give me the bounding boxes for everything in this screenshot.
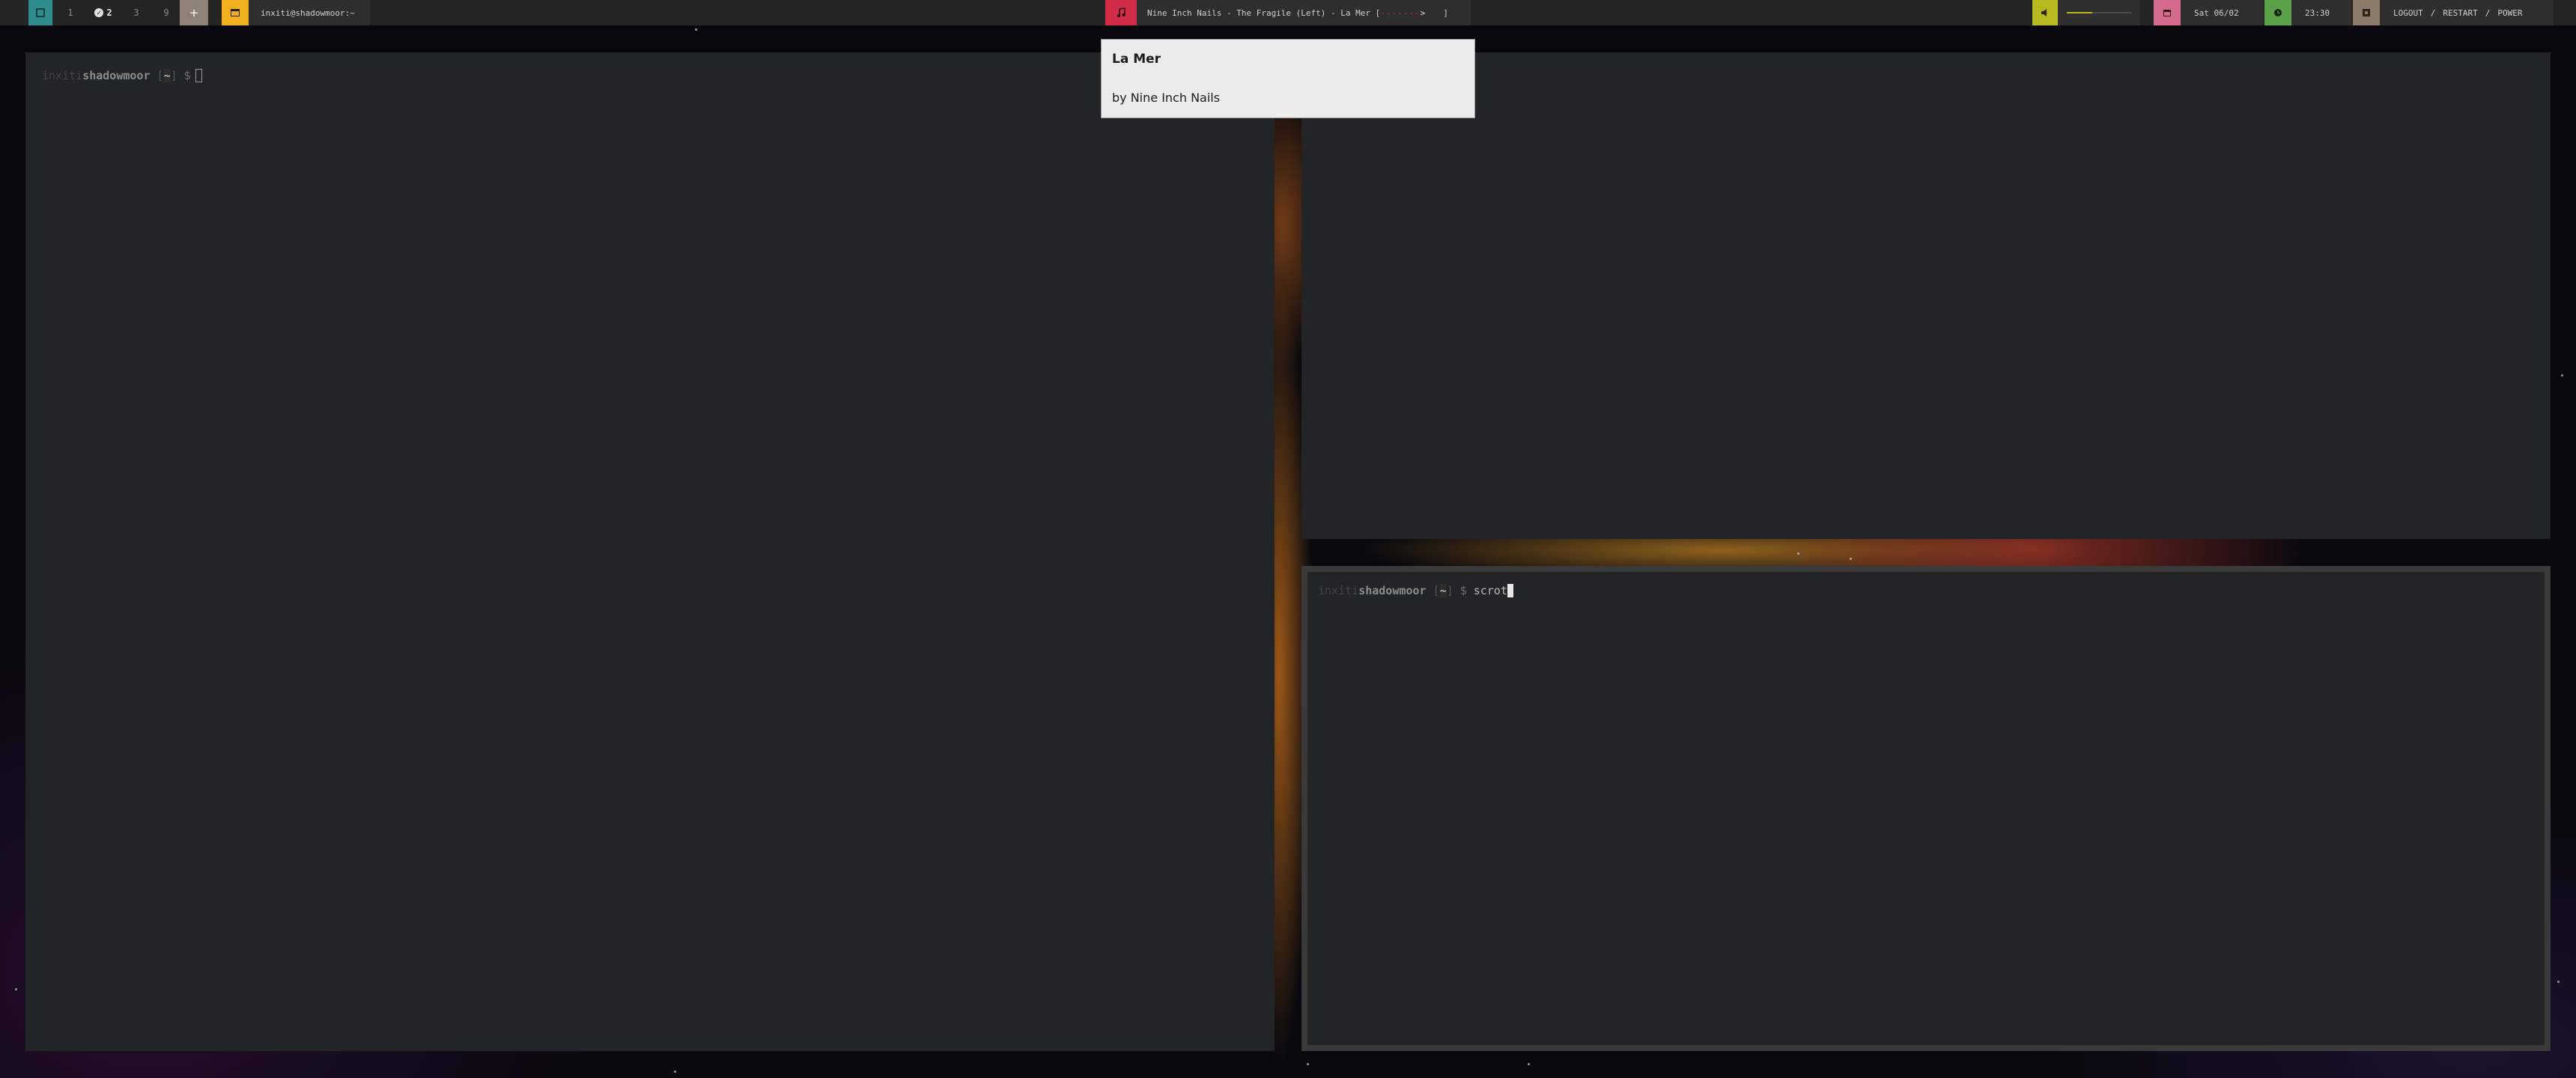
volume-level (2067, 12, 2093, 13)
prompt-dir-close: ] (170, 69, 177, 82)
prompt-host: shadowmoor (82, 69, 151, 82)
speaker-icon[interactable] (2032, 0, 2058, 25)
window-title[interactable]: inxiti@shadowmoor:~ (249, 0, 370, 25)
prompt-dir: ~ (163, 69, 171, 82)
terminal-top-right[interactable] (1301, 52, 2551, 539)
prompt-dir: ~ (1439, 584, 1447, 597)
notification-title: La Mer (1112, 52, 1161, 67)
prompt-user: inxiti (1318, 584, 1359, 597)
media-player[interactable]: Nine Inch Nails - The Fragile (Left) - L… (1137, 0, 1471, 25)
workspace-label: 2 (106, 7, 112, 18)
shell-prompt: inxitishadowmoor [~] $ scrot (1318, 584, 1513, 597)
media-track-text: Nine Inch Nails - The Fragile (Left) - L… (1147, 7, 1381, 18)
prompt-dir-close: ] (1446, 584, 1453, 597)
volume-track (2067, 12, 2131, 13)
star (695, 28, 697, 31)
terminal-command: scrot (1473, 584, 1507, 597)
session-menu: LOGOUT / RESTART / POWER (2380, 0, 2554, 25)
music-note-icon[interactable] (1105, 0, 1137, 25)
star (1307, 1063, 1309, 1065)
workspace-9[interactable]: 9 (159, 0, 174, 25)
date-text: Sat 06/02 (2194, 7, 2239, 18)
clock-icon (2264, 0, 2291, 25)
media-progress-close: ] (1443, 7, 1448, 18)
workspace-1[interactable]: 1 (63, 0, 78, 25)
star (1797, 552, 1799, 555)
volume-slider[interactable] (2058, 0, 2140, 25)
workspace-3[interactable]: 3 (129, 0, 144, 25)
logout-button[interactable]: LOGOUT (2393, 8, 2423, 18)
star (2561, 374, 2563, 377)
workspace-label: 3 (133, 7, 139, 18)
star (15, 988, 17, 990)
terminal-cursor (1507, 584, 1513, 597)
star (674, 1071, 676, 1073)
media-notification[interactable]: La Mer by Nine Inch Nails (1101, 39, 1475, 118)
time-text: 23:30 (2305, 7, 2330, 18)
notification-body: by Nine Inch Nails (1112, 91, 1221, 105)
check-icon: ✓ (94, 8, 104, 17)
workspace-label: 1 (67, 7, 73, 18)
terminal-cursor (195, 69, 202, 82)
power-button[interactable]: POWER (2497, 8, 2522, 18)
shell-prompt: inxitishadowmoor [~] $ (42, 69, 202, 82)
separator: / (2430, 7, 2436, 18)
media-progress-marker: > (1420, 7, 1426, 18)
prompt-symbol: $ (1459, 584, 1467, 597)
power-icon (2353, 0, 2380, 25)
terminal-left[interactable]: inxitishadowmoor [~] $ (25, 52, 1275, 1051)
prompt-dir-open: [ (157, 69, 164, 82)
add-workspace-label: + (189, 4, 198, 21)
add-workspace-button[interactable]: + (180, 0, 208, 25)
prompt-user: inxiti (42, 69, 83, 82)
prompt-symbol: $ (183, 69, 191, 82)
prompt-host: shadowmoor (1358, 584, 1427, 597)
window-title-text: inxiti@shadowmoor:~ (261, 7, 355, 18)
date-display: Sat 06/02 (2181, 0, 2263, 25)
media-progress-bar[interactable]: ------- (1380, 8, 1420, 18)
separator: / (2485, 7, 2491, 18)
workspace-label: 9 (163, 7, 169, 18)
workspace-menu-icon[interactable] (28, 0, 52, 25)
top-bar: 1 ✓ 2 3 9 + inxiti@shadowmoor:~ Nine Inc… (0, 0, 2576, 25)
terminal-bottom-right[interactable]: inxitishadowmoor [~] $ scrot (1301, 566, 2551, 1051)
time-display: 23:30 (2291, 0, 2351, 25)
workspace-2[interactable]: ✓ 2 (88, 0, 118, 25)
calendar-icon (2154, 0, 2181, 25)
star (2557, 981, 2560, 983)
window-icon (222, 0, 249, 25)
restart-button[interactable]: RESTART (2443, 8, 2477, 18)
star (1528, 1063, 1530, 1065)
star (1850, 558, 1852, 560)
prompt-dir-open: [ (1433, 584, 1440, 597)
